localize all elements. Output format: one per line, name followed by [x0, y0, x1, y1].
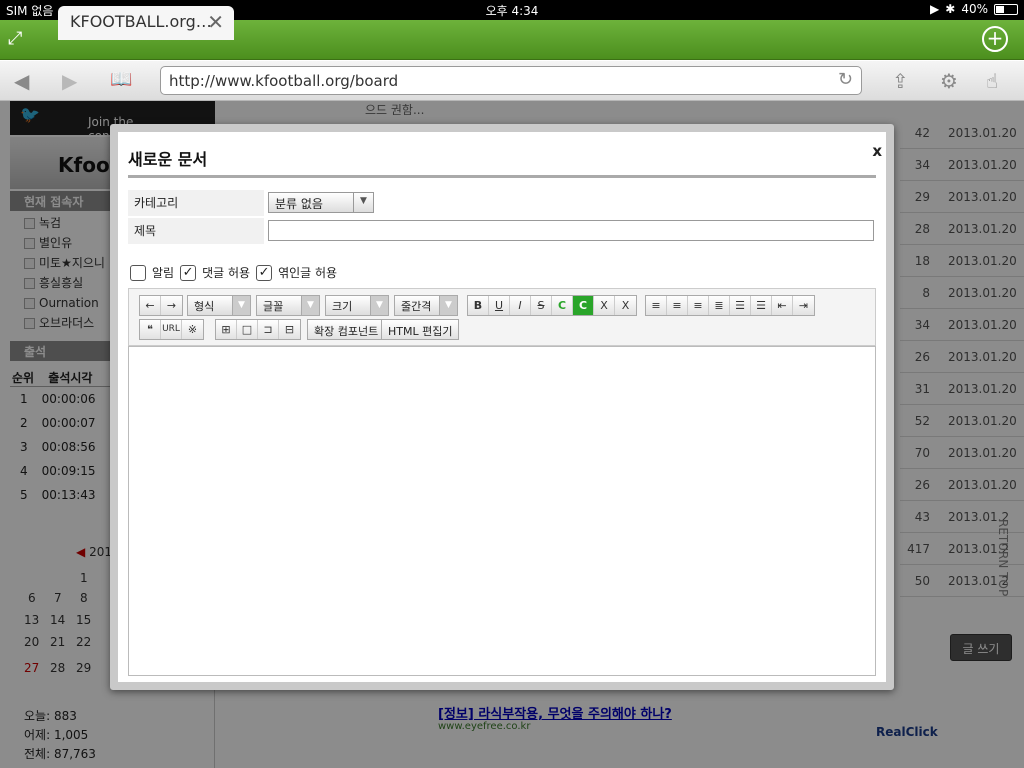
format-label: 형식: [194, 300, 215, 313]
url-text: http://www.kfootball.org/board: [169, 72, 399, 90]
lineheight-select[interactable]: 줄간격 ▼: [394, 295, 458, 316]
special-char-button[interactable]: ※: [182, 320, 203, 339]
chevron-down-icon: ▼: [370, 296, 388, 315]
html-editor-button[interactable]: HTML 편집기: [381, 319, 460, 340]
table-group: ⊞ □ ⊐ ⊟: [215, 319, 301, 340]
editor-content-area[interactable]: [128, 346, 876, 676]
bookmarks-icon[interactable]: 📖: [110, 69, 132, 90]
size-label: 크기: [332, 300, 353, 313]
gear-icon[interactable]: ⚙: [940, 69, 958, 93]
undo-button[interactable]: ←: [140, 296, 161, 315]
ordered-list-icon[interactable]: ☰: [730, 296, 751, 315]
format-select[interactable]: 형식 ▼: [187, 295, 251, 316]
forward-icon[interactable]: ▶: [62, 69, 77, 93]
strike-button[interactable]: S: [531, 296, 552, 315]
bluetooth-icon: ✱: [945, 2, 956, 16]
italic-button[interactable]: I: [510, 296, 531, 315]
split-cells-icon[interactable]: ⊟: [279, 320, 300, 339]
quote-button[interactable]: ❝: [140, 320, 161, 339]
close-tab-icon[interactable]: ✕: [207, 10, 224, 34]
bg-color-button[interactable]: C: [573, 296, 594, 315]
table-icon[interactable]: ⊞: [216, 320, 237, 339]
options-row: 알림 ✓ 댓글 허용 ✓ 엮인글 허용: [130, 264, 337, 281]
chevron-down-icon: ▼: [232, 296, 250, 315]
battery-icon: [994, 3, 1018, 15]
redo-button[interactable]: →: [161, 296, 182, 315]
notify-checkbox[interactable]: [130, 264, 146, 281]
reload-icon[interactable]: ↻: [838, 69, 853, 90]
lineheight-label: 줄간격: [401, 300, 432, 313]
align-justify-icon[interactable]: ≣: [709, 296, 730, 315]
indent-icon[interactable]: ⇥: [793, 296, 814, 315]
editor-toolbar: ← → 형식 ▼ 글꼴 ▼ 크기 ▼ 줄간격 ▼ B U I S C C X X ≡ ≡…: [128, 288, 876, 346]
text-style-group: B U I S C C X X: [467, 295, 637, 316]
cell-icon[interactable]: □: [237, 320, 258, 339]
category-label: 카테고리: [128, 190, 264, 216]
category-value: 분류 없음: [275, 197, 323, 211]
allow-comments-label: 댓글 허용: [202, 266, 251, 280]
extension-component-button[interactable]: 확장 컴포넌트: [307, 319, 386, 340]
chevron-down-icon: ▼: [439, 296, 457, 315]
new-document-dialog: 새로운 문서 x 카테고리 분류 없음 ▼ 제목 알림 ✓ 댓글 허용 ✓ 엮인…: [110, 124, 894, 690]
expand-icon[interactable]: ⤢: [8, 28, 30, 50]
subject-input[interactable]: [268, 220, 874, 241]
history-group: ← →: [139, 295, 183, 316]
url-button[interactable]: URL: [161, 320, 182, 339]
align-center-icon[interactable]: ≡: [667, 296, 688, 315]
bullet-list-icon[interactable]: ☰: [751, 296, 772, 315]
tab-title: KFOOTBALL.org…: [70, 12, 212, 31]
align-left-icon[interactable]: ≡: [646, 296, 667, 315]
outdent-icon[interactable]: ⇤: [772, 296, 793, 315]
battery-percent: 40%: [961, 2, 988, 16]
dialog-title: 새로운 문서: [128, 150, 208, 169]
notify-label: 알림: [152, 266, 175, 280]
new-tab-icon[interactable]: +: [982, 26, 1008, 52]
merge-cells-icon[interactable]: ⊐: [258, 320, 279, 339]
font-label: 글꼴: [263, 300, 284, 313]
browser-tab[interactable]: KFOOTBALL.org… ✕: [58, 6, 234, 40]
allow-trackback-label: 엮인글 허용: [278, 266, 338, 280]
location-icon: ▶: [930, 2, 940, 16]
url-field[interactable]: http://www.kfootball.org/board ↻: [160, 66, 862, 95]
status-right: ▶ ✱ 40%: [930, 2, 1018, 16]
allow-comments-checkbox[interactable]: ✓: [180, 264, 197, 281]
pointer-icon[interactable]: ☝: [986, 69, 998, 93]
close-button[interactable]: x: [872, 142, 882, 160]
insert-group: ❝ URL ※: [139, 319, 204, 340]
subject-row: 제목: [128, 218, 876, 244]
size-select[interactable]: 크기 ▼: [325, 295, 389, 316]
allow-trackback-checkbox[interactable]: ✓: [256, 264, 273, 281]
subject-label: 제목: [128, 218, 264, 244]
chevron-down-icon: ▼: [301, 296, 319, 315]
battery-level: [996, 5, 1004, 13]
align-group: ≡ ≡ ≡ ≣ ☰ ☰ ⇤ ⇥: [645, 295, 815, 316]
underline-button[interactable]: U: [489, 296, 510, 315]
font-color-button[interactable]: C: [552, 296, 573, 315]
superscript-button[interactable]: X: [594, 296, 615, 315]
font-select[interactable]: 글꼴 ▼: [256, 295, 320, 316]
align-right-icon[interactable]: ≡: [688, 296, 709, 315]
browser-toolbar: ◀ ▶ 📖 http://www.kfootball.org/board ↻ ⇪…: [0, 61, 1024, 101]
category-select[interactable]: 분류 없음 ▼: [268, 192, 374, 213]
title-divider: [128, 175, 876, 178]
subscript-button[interactable]: X: [615, 296, 636, 315]
category-row: 카테고리 분류 없음 ▼: [128, 190, 876, 216]
share-icon[interactable]: ⇪: [892, 69, 909, 93]
back-icon[interactable]: ◀: [14, 69, 29, 93]
bold-button[interactable]: B: [468, 296, 489, 315]
chevron-down-icon: ▼: [353, 193, 373, 212]
